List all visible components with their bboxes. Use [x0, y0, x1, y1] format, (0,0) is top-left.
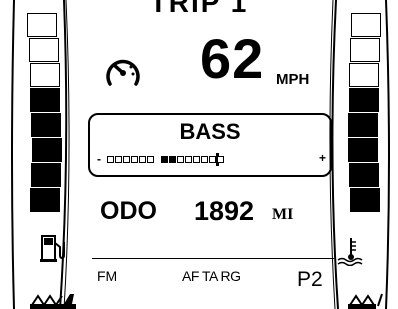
fuel-gauge-segment: [30, 88, 60, 112]
bass-level-cell: [185, 156, 192, 163]
bass-level-cell: [147, 156, 154, 163]
bass-level-cell: [107, 156, 114, 163]
temperature-gauge-segment: [351, 13, 381, 37]
fuel-gauge-segment: [31, 113, 61, 137]
odometer-value: 1892: [194, 196, 255, 226]
temperature-gauge-segment: [350, 188, 380, 212]
bass-level-cell: [161, 156, 168, 163]
bass-level-cell: [169, 156, 176, 163]
bass-level-cell: [193, 156, 200, 163]
temperature-gauge: [326, 0, 398, 309]
fuel-gauge-segment: [32, 138, 62, 162]
bass-level-cell: [217, 156, 224, 163]
temperature-gauge-segment: [349, 63, 379, 87]
radio-preset: P2: [297, 268, 323, 291]
temperature-gauge-segment: [348, 113, 378, 137]
temperature-gauge-segment: [349, 88, 379, 112]
fuel-gauge: [0, 0, 76, 309]
odometer-label: ODO: [100, 197, 157, 225]
bass-level-cell: [123, 156, 130, 163]
bass-panel: BASS - +: [88, 113, 332, 177]
bass-level-cell: [115, 156, 122, 163]
bass-level-cell: [131, 156, 138, 163]
fuel-gauge-segment: [31, 163, 61, 187]
bass-level-bar: - +: [97, 151, 327, 170]
fuel-gauge-segment: [30, 63, 60, 87]
temperature-gauge-segment: [348, 138, 378, 162]
bass-level-cell: [201, 156, 208, 163]
radio-flags: AF TA RG: [182, 268, 241, 284]
fuel-gauge-segment: [30, 188, 60, 212]
status-divider: [92, 258, 334, 259]
fuel-gauge-segment: [27, 13, 57, 37]
fuel-gauge-segment: [29, 38, 59, 62]
speed-value: 62: [200, 27, 265, 90]
temperature-gauge-segment: [350, 38, 380, 62]
bass-level-cell: [177, 156, 184, 163]
bass-label: BASS: [179, 119, 241, 144]
bass-minus: -: [97, 152, 101, 166]
bass-plus: +: [319, 151, 327, 165]
bass-level-cell: [139, 156, 146, 163]
radio-band: FM: [97, 268, 118, 284]
temperature-gauge-segment: [349, 163, 379, 187]
speedometer-icon: [104, 54, 142, 93]
speed-unit: MPH: [276, 71, 310, 88]
odometer-unit: MI: [272, 206, 294, 223]
bass-level-cell: [209, 156, 216, 163]
